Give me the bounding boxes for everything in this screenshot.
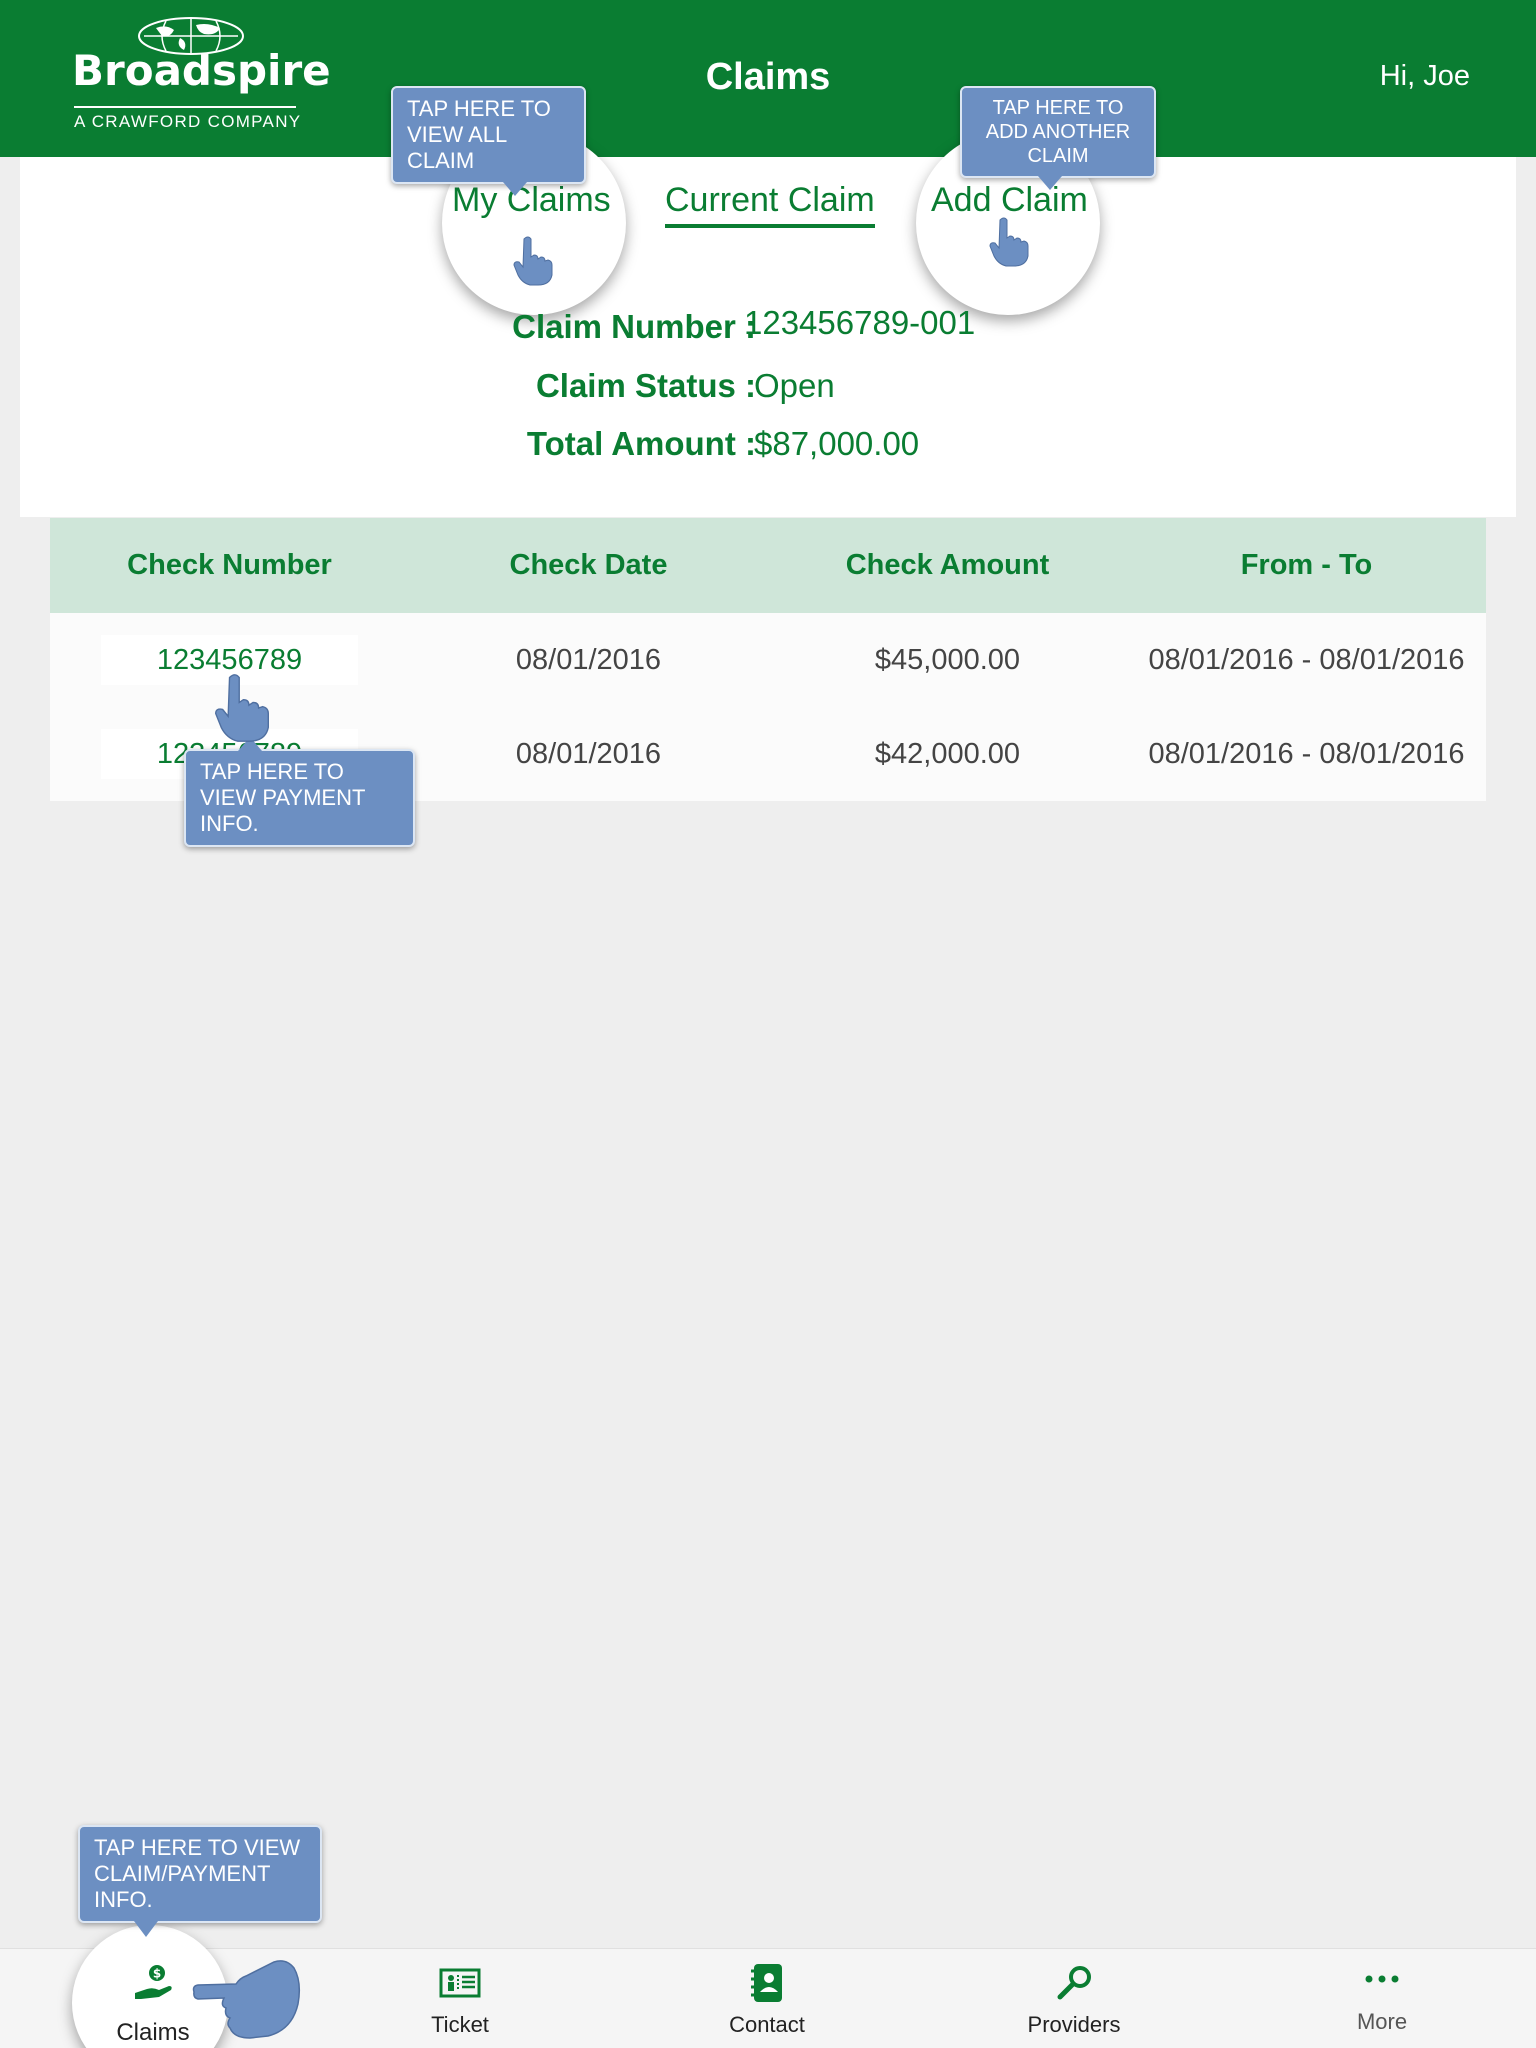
column-header-check-date: Check Date bbox=[509, 549, 668, 581]
tab-my-claims[interactable]: My Claims bbox=[452, 181, 611, 220]
table-header: Check Number Check Date Check Amount Fro… bbox=[50, 518, 1486, 613]
my-claims-hint-bubble: TAP HERE TO VIEW ALL CLAIM bbox=[391, 86, 586, 196]
page-title: Claims bbox=[705, 56, 831, 98]
tab-more-label: More bbox=[1356, 2009, 1408, 2034]
tab-more[interactable]: More bbox=[1282, 1949, 1482, 2048]
tab-contact[interactable]: Contact bbox=[667, 1949, 867, 2048]
column-header-check-amount: Check Amount bbox=[845, 549, 1050, 581]
brand-tagline: A CRAWFORD COMPANY bbox=[74, 112, 302, 131]
from-to-cell: 08/01/2016 - 08/01/2016 bbox=[1148, 644, 1465, 676]
ticket-icon bbox=[439, 1968, 481, 1998]
add-claim-hint-bubble: TAP HERE TO ADD ANOTHER CLAIM bbox=[960, 86, 1156, 190]
total-amount-row: Total Amount : $87,000.00 bbox=[20, 425, 1516, 475]
total-amount-value: $87,000.00 bbox=[754, 425, 920, 462]
payment-hint-bubble: TAP HERE TO VIEW PAYMENT INFO. bbox=[184, 737, 415, 847]
column-header-from-to: From - To bbox=[1240, 549, 1373, 581]
contact-book-icon bbox=[751, 1964, 782, 2002]
tab-contact-label: Contact bbox=[729, 2012, 805, 2037]
logo-divider bbox=[74, 106, 296, 108]
tab-providers[interactable]: Providers bbox=[974, 1949, 1174, 2048]
pointing-hand-icon bbox=[214, 674, 269, 742]
pointing-hand-icon bbox=[989, 217, 1029, 267]
pointing-hand-icon bbox=[513, 236, 553, 286]
claim-status-value: Open bbox=[754, 367, 835, 404]
tab-ticket-label: Ticket bbox=[431, 2012, 489, 2037]
claim-status-row: Claim Status : Open bbox=[20, 367, 1516, 417]
more-dots-icon bbox=[1365, 1975, 1399, 1983]
check-date-cell: 08/01/2016 bbox=[515, 644, 662, 676]
tab-current-claim[interactable]: Current Claim bbox=[665, 181, 875, 228]
magnifier-icon bbox=[1057, 1966, 1091, 2000]
claim-number-value: 123456789-001 bbox=[744, 304, 976, 341]
add-claim-hint-text: TAP HERE TO ADD ANOTHER CLAIM bbox=[985, 97, 1131, 167]
hand-dollar-icon: $ bbox=[135, 1965, 172, 1999]
payment-hint-text: TAP HERE TO VIEW PAYMENT INFO. bbox=[200, 759, 366, 836]
pointing-hand-icon bbox=[192, 1960, 301, 2039]
from-to-cell: 08/01/2016 - 08/01/2016 bbox=[1148, 738, 1465, 770]
tab-add-claim[interactable]: Add Claim bbox=[931, 181, 1088, 220]
user-greeting[interactable]: Hi, Joe bbox=[1380, 60, 1470, 93]
claims-tab-hint-bubble: TAP HERE TO VIEW CLAIM/PAYMENT INFO. bbox=[78, 1825, 322, 1937]
tab-ticket[interactable]: Ticket bbox=[360, 1949, 560, 2048]
my-claims-hint-text: TAP HERE TO VIEW ALL CLAIM bbox=[407, 96, 551, 173]
total-amount-label: Total Amount : bbox=[526, 425, 756, 462]
claims-tab-hint-text: TAP HERE TO VIEW CLAIM/PAYMENT INFO. bbox=[94, 1835, 301, 1912]
claim-number-row: Claim Number : 123456789-001 bbox=[20, 304, 1516, 358]
svg-text:$: $ bbox=[153, 1967, 161, 1981]
check-amount-cell: $42,000.00 bbox=[874, 738, 1021, 770]
claim-status-label: Claim Status : bbox=[535, 367, 756, 404]
app-header: Broadspire A CRAWFORD COMPANY Claims Hi,… bbox=[0, 0, 1536, 157]
check-amount-cell: $45,000.00 bbox=[874, 644, 1021, 676]
claim-number-label: Claim Number : bbox=[512, 308, 756, 345]
tab-providers-label: Providers bbox=[1027, 2012, 1121, 2037]
check-date-cell: 08/01/2016 bbox=[515, 738, 662, 770]
claim-card: My Claims Current Claim Add Claim Claim … bbox=[20, 131, 1516, 517]
column-header-check-number: Check Number bbox=[127, 549, 332, 581]
